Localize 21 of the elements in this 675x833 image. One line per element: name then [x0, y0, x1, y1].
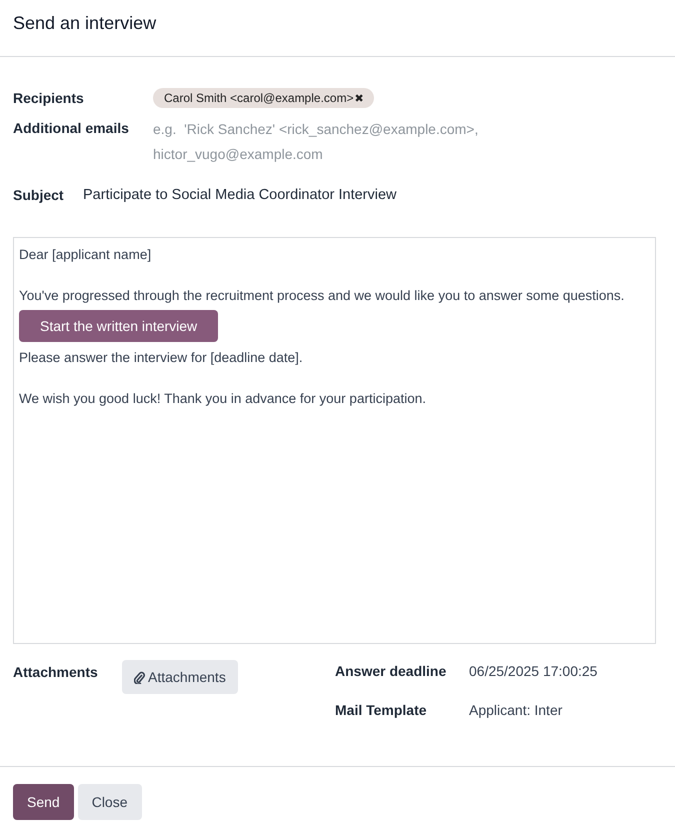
field-label: Additional emails — [13, 120, 130, 138]
body-paragraph: We wish you good luck! Thank you in advance for your participation. — [19, 390, 427, 408]
remove-icon[interactable]: ✖ — [354, 92, 364, 104]
field-label: Recipients — [13, 90, 85, 106]
body-paragraph: You've progressed through the recruitment process and we would like you to answer some questions. — [19, 287, 626, 305]
deadline-field[interactable]: 06/25/2025 17:00:25 — [469, 663, 598, 679]
send-button[interactable]: Send — [13, 784, 74, 820]
field-label: Mail Template — [335, 702, 428, 718]
close-button[interactable]: Close — [78, 784, 142, 820]
template-field[interactable]: Applicant: Inter — [469, 702, 598, 718]
body-paragraph: Dear [applicant name] — [19, 246, 152, 264]
attachments-button[interactable]: Attachments — [122, 660, 238, 694]
recipient-tag[interactable]: Carol Smith <carol@example.com>✖ — [153, 88, 374, 108]
paperclip-icon — [134, 670, 145, 684]
field-label: Attachments — [13, 663, 99, 680]
body-paragraph: Please answer the interview for [deadline date]. — [19, 349, 304, 367]
field-label: Answer deadline — [335, 663, 448, 679]
interview-button[interactable]: Start the written interview — [19, 310, 218, 342]
field-label: Subject — [13, 187, 65, 203]
body-editor[interactable] — [13, 237, 656, 644]
dialog-title: Send an interview — [13, 13, 158, 34]
